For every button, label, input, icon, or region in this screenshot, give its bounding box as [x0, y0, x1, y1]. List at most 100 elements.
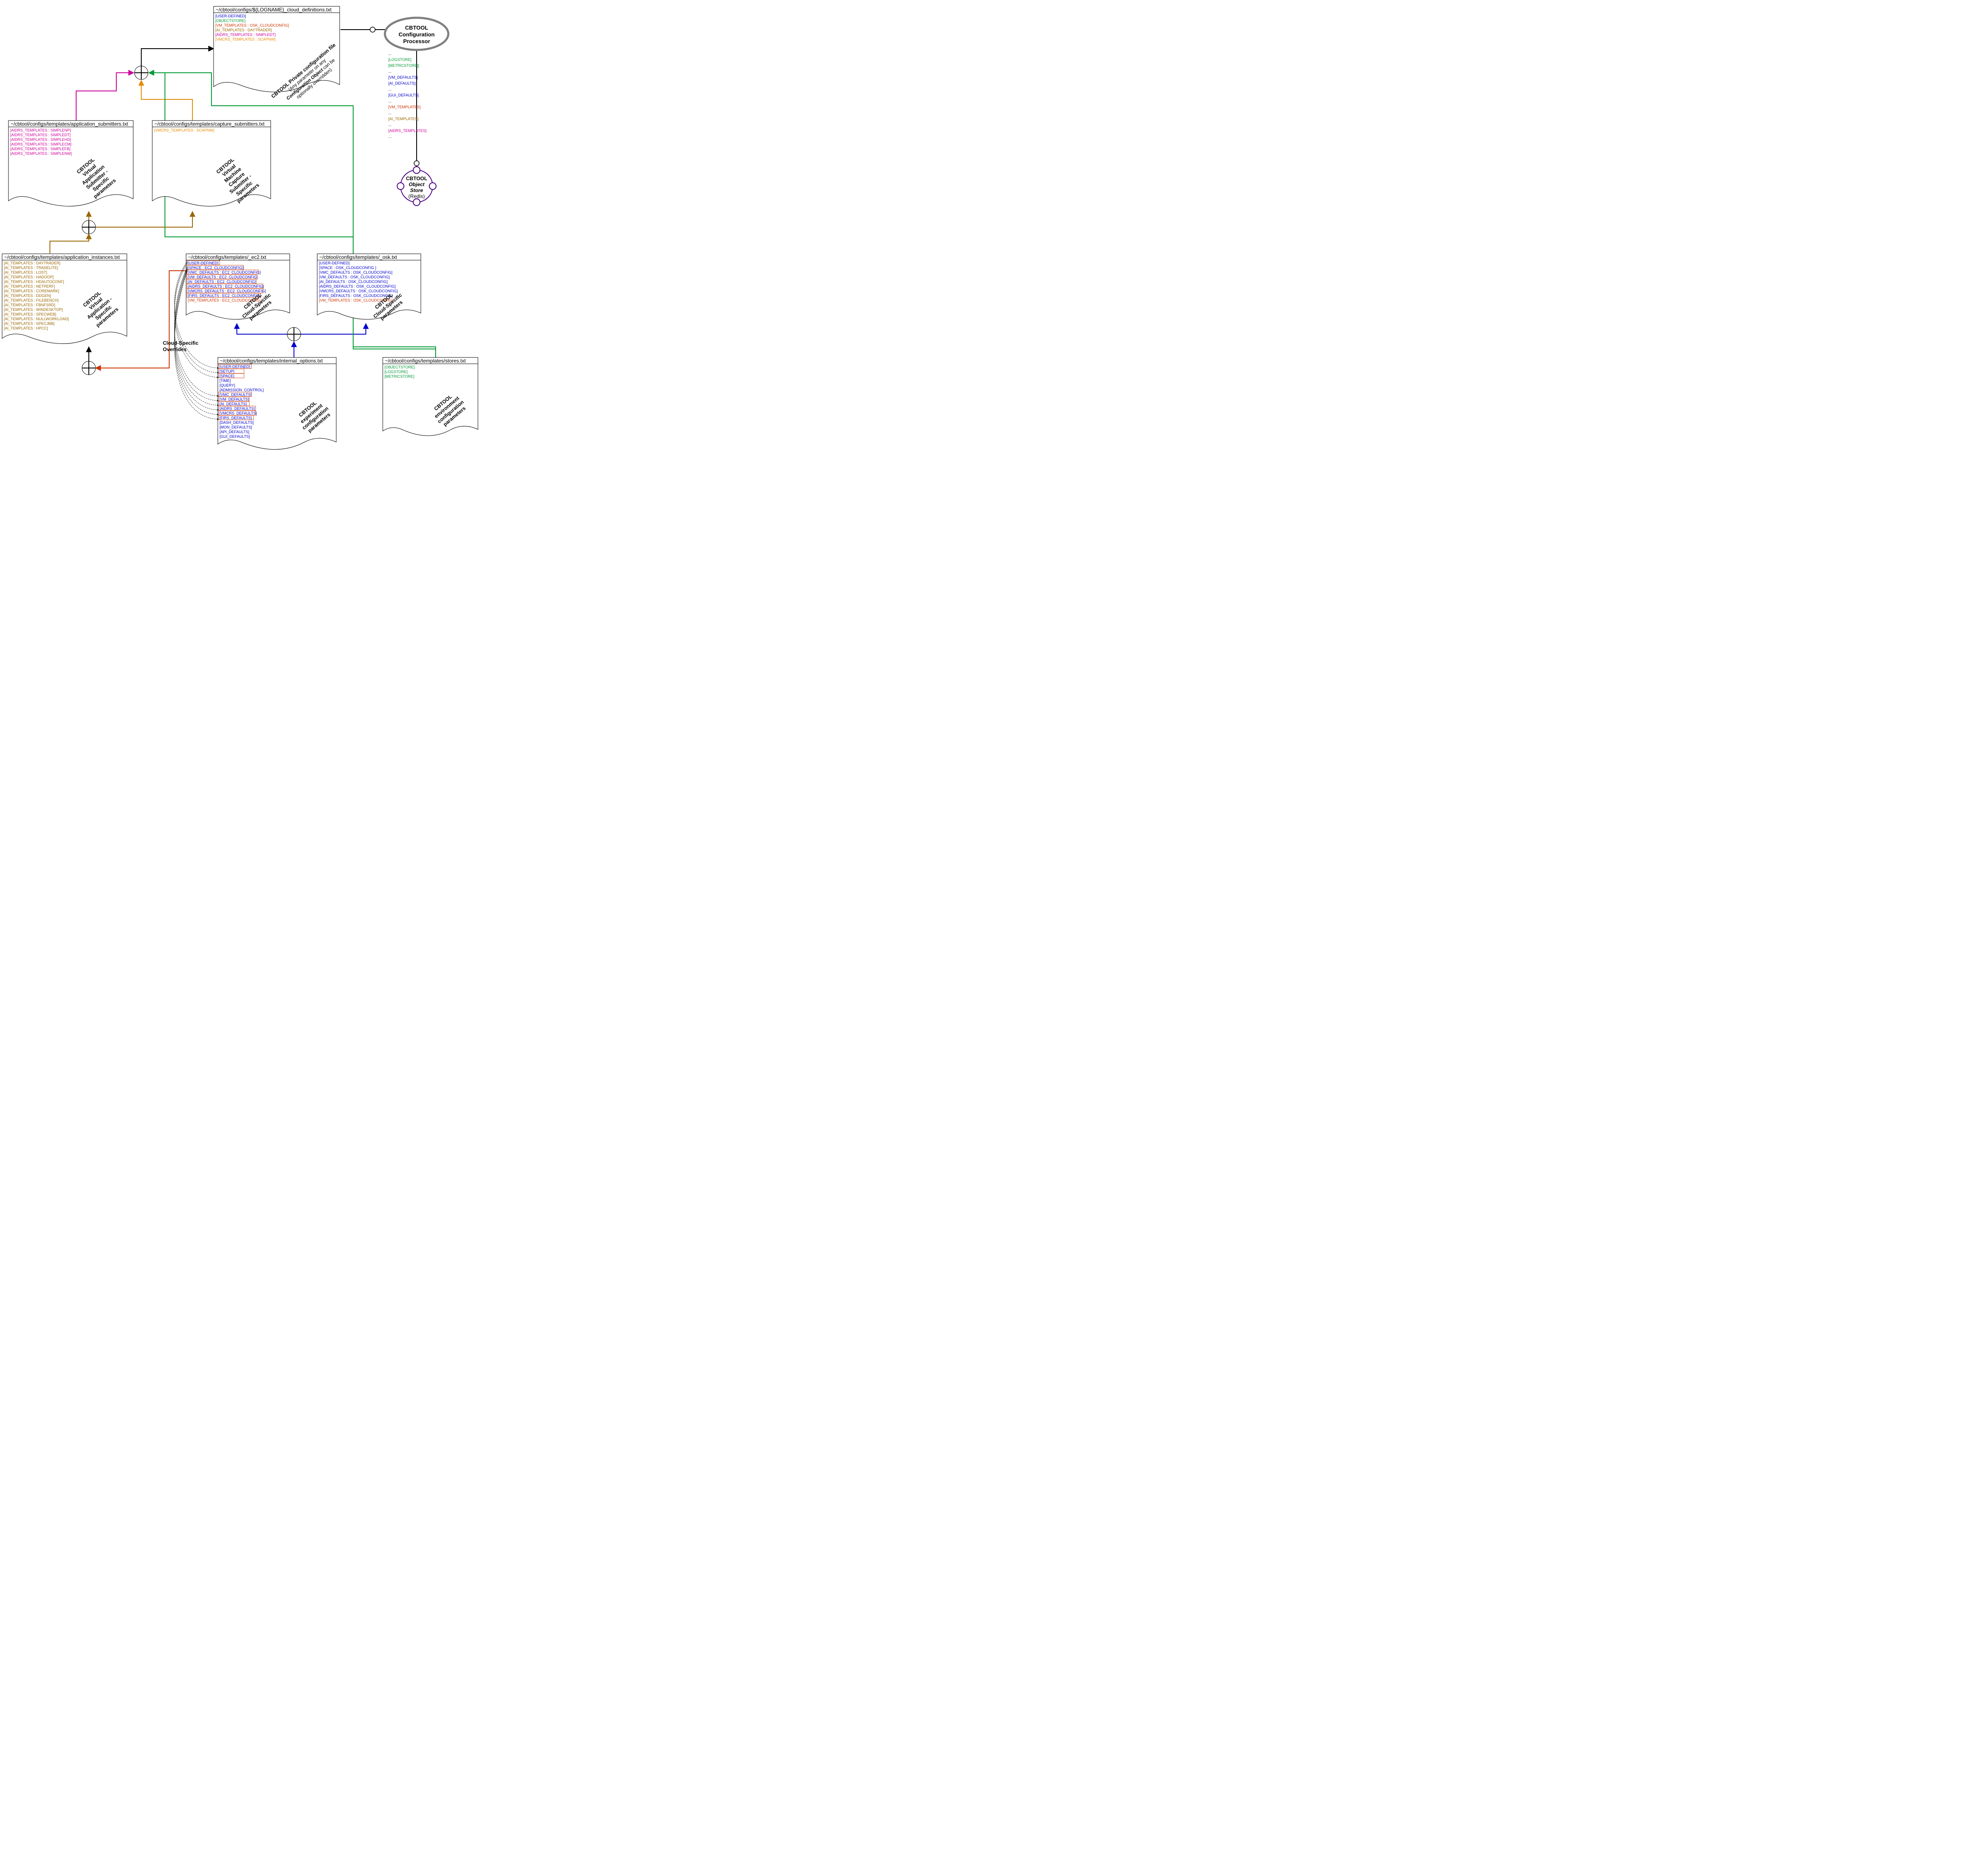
- config-header: [SPACE : EC2_CLOUDCONFIG]: [188, 266, 243, 270]
- config-header: [AIDRS_DEFAULTS : OSK_CLOUDCONFIG]: [319, 284, 395, 288]
- config-header: [AI_TEMPLATES : LOST]: [4, 270, 47, 275]
- file-path: ~/cbtool/configs/${LOGNAME}_cloud_defini…: [216, 7, 332, 13]
- config-header: [AI_DEFAULTS]: [220, 402, 247, 406]
- config-header: [AIDRS_TEMPLATES : SIMPLEDT]: [215, 33, 276, 37]
- cbtool-config-processor: CBTOOL Configuration Processor: [385, 18, 448, 50]
- config-header: [VM_DEFAULTS]: [220, 397, 249, 401]
- file-cloud-definitions: ~/cbtool/configs/${LOGNAME}_cloud_defini…: [214, 6, 348, 112]
- config-header: [OBJECTSTORE]: [384, 365, 414, 369]
- config-header: [USER-DEFINED]: [319, 261, 350, 265]
- config-header: [VM_DEFAULTS : OSK_CLOUDCONFIG]: [319, 275, 390, 279]
- config-header: [VMC_DEFAULTS : OSK_CLOUDCONFIG]: [319, 270, 393, 275]
- processor-output-line: ...: [388, 87, 392, 91]
- config-header: [FIRS_DEFAULTS : OSK_CLOUDCONFIG]: [319, 294, 393, 298]
- svg-text:~/cbtool/configs/templates/cap: ~/cbtool/configs/templates/capture_submi…: [154, 121, 265, 127]
- svg-text:Cloud-Specific: Cloud-Specific: [163, 340, 198, 346]
- config-header: [VMC_DEFAULTS : EC2_CLOUDCONFIG]: [188, 270, 261, 275]
- processor-output-line: [AIDRS_TEMPLATES]: [388, 129, 426, 133]
- config-header: [AI_TEMPLATES : HPCC]: [4, 326, 48, 330]
- config-header: [AI_TEMPLATES : NETPERF]: [4, 284, 55, 288]
- config-header: [API_DEFAULTS]: [220, 430, 249, 434]
- config-header: [AIDRS_TEMPLATES : SIMPLEFB]: [10, 147, 70, 151]
- svg-text:~/cbtool/configs/templates/_os: ~/cbtool/configs/templates/_osk.txt: [319, 254, 397, 260]
- processor-output-line: [VM_DEFAULTS]: [388, 75, 417, 80]
- config-header: [AI_TEMPLATES : HDAUTOCONF]: [4, 280, 64, 284]
- file-application-submitters: ~/cbtool/configs/templates/application_s…: [8, 121, 133, 206]
- config-header: [AI_TEMPLATES : DAYTRADER]: [4, 261, 60, 265]
- processor-output-line: ...: [388, 99, 392, 103]
- config-header: [VMCRS_DEFAULTS : OSK_CLOUDCONFIG]: [319, 289, 398, 293]
- config-header: [DASH_DEFAULTS]: [220, 420, 254, 425]
- config-header: [AIDRS_TEMPLATES : SIMPLENW]: [10, 151, 72, 156]
- svg-text:CBTOOL: CBTOOL: [406, 176, 427, 181]
- config-header: [AI_TEMPLATES : SPECWEB]: [4, 312, 56, 316]
- svg-text:~/cbtool/configs/templates/_ec: ~/cbtool/configs/templates/_ec2.txt: [188, 254, 266, 260]
- config-header: [QUERY]: [220, 383, 235, 387]
- processor-output-line: [AI_DEFAULTS]: [388, 81, 415, 85]
- processor-output-line: ...: [388, 52, 392, 56]
- processor-output-line: ...: [388, 69, 392, 74]
- processor-output-line: [VM_TEMPLATES]: [388, 105, 420, 109]
- file-ec2: ~/cbtool/configs/templates/_ec2.txt [USE…: [186, 254, 290, 324]
- config-header: [VM_TEMPLATES : OSK_CLOUDCONFIG]: [215, 23, 289, 27]
- svg-text:~/cbtool/configs/templates/app: ~/cbtool/configs/templates/application_s…: [11, 121, 128, 127]
- config-header: [METRICSTORE]: [384, 374, 414, 379]
- file-capture-submitters: ~/cbtool/configs/templates/capture_submi…: [152, 121, 271, 206]
- config-header: [AI_TEMPLATES : WINDESKTOP]: [4, 308, 63, 312]
- file-osk: ~/cbtool/configs/templates/_osk.txt [USE…: [317, 254, 421, 324]
- processor-output-line: [GUI_DEFAULTS]: [388, 93, 419, 97]
- processor-output-line: [LOGSTORE]: [388, 58, 412, 62]
- config-header: [AI_TEMPLATES : TRADELITE]: [4, 266, 58, 270]
- config-header: [AIDRS_DEFAULTS : EC2_CLOUDCONFIG]: [188, 284, 264, 288]
- config-header: [AI_TEMPLATES : HADOOP]: [4, 275, 54, 279]
- combine-mid: [82, 220, 96, 234]
- combine-low: [82, 361, 96, 375]
- config-header: [AI_TEMPLATES : FBNFSRD]: [4, 303, 55, 307]
- config-header: [ADMISSION_CONTROL]: [220, 388, 264, 392]
- svg-text:Configuration: Configuration: [398, 31, 434, 38]
- svg-text:Processor: Processor: [403, 38, 430, 44]
- processor-output-line: ...: [388, 111, 392, 115]
- config-header: [VMCRS_DEFAULTS : EC2_CLOUDCONFIG]: [188, 289, 266, 293]
- config-header: [AI_TEMPLATES : NULLWORKLOAD]: [4, 317, 69, 321]
- config-header: [AI_DEFAULTS : EC2_CLOUDCONFIG]: [188, 280, 256, 284]
- svg-text:(Redis): (Redis): [409, 193, 425, 199]
- connector-green: [149, 73, 436, 357]
- config-header: [GUI_DEFAULTS]: [220, 434, 250, 439]
- processor-output-line: ...: [388, 123, 392, 127]
- config-header: [VM_DEFAULTS : EC2_CLOUDCONFIG]: [188, 275, 258, 279]
- config-header: [SPACE : OSK_CLOUDCONFIG ]: [319, 266, 376, 270]
- file-stores: ~/cbtool/configs/templates/stores.txt [O…: [383, 357, 478, 436]
- config-header: [AI_TEMPLATES : DDGEN]: [4, 294, 51, 298]
- config-header: [USER-DEFINED]: [215, 14, 246, 18]
- processor-output-line: ...: [388, 135, 392, 139]
- config-header: [FIRS_DEFAULTS : EC2_CLOUDCONFIG]: [188, 294, 261, 298]
- config-header: [TIME]: [220, 379, 231, 383]
- config-header: [AI_TEMPLATES : COREMARK]: [4, 289, 59, 293]
- config-header: [FIRS_DEFAULTS]: [220, 416, 252, 420]
- svg-text:~/cbtool/configs/templates/app: ~/cbtool/configs/templates/application_i…: [4, 254, 120, 260]
- config-header: [VMC_DEFAULTS]: [220, 393, 252, 397]
- config-header: [USER-DEFINED]: [188, 261, 219, 265]
- config-header: [VMCRS_TEMPLATES : SCAPNW]: [154, 128, 214, 132]
- svg-text:Object: Object: [409, 181, 425, 187]
- svg-text:~/cbtool/configs/templates/int: ~/cbtool/configs/templates/internal_opti…: [220, 358, 323, 364]
- config-header: [USER-DEFINED]: [220, 365, 250, 369]
- config-header: [AI_DEFAULTS : OSK_CLOUDCONFIG]: [319, 280, 387, 284]
- svg-text:~/cbtool/configs/templates/sto: ~/cbtool/configs/templates/stores.txt: [385, 358, 466, 364]
- processor-output-line: [METRICSTORE]]: [388, 63, 419, 68]
- config-header: [AI_TEMPLATES : FILEBENCH]: [4, 298, 58, 302]
- cbtool-object-store: CBTOOL Object Store (Redis): [397, 167, 436, 206]
- config-header: [AIDRS_TEMPLATES : SIMPLEHD]: [10, 137, 71, 142]
- svg-text:CBTOOL: CBTOOL: [405, 25, 428, 31]
- file-application-instances: ~/cbtool/configs/templates/application_i…: [2, 254, 127, 344]
- svg-text:Store: Store: [410, 187, 423, 193]
- config-header: [VMCRS_DEFAULTS]: [220, 411, 257, 415]
- config-header: [LOGSTORE]: [384, 370, 408, 374]
- config-header: [AIDRS_TEMPLATES : SIMPLECM]: [10, 142, 71, 146]
- config-header: [OBJECTSTORE]: [215, 19, 245, 23]
- processor-output-line: [AI_TEMPLATES]: [388, 117, 418, 121]
- config-header: [AIDRS_DEFAULTS]: [220, 407, 255, 411]
- combine-cloud: [287, 327, 301, 341]
- file-internal-options: ~/cbtool/configs/templates/internal_opti…: [218, 357, 336, 450]
